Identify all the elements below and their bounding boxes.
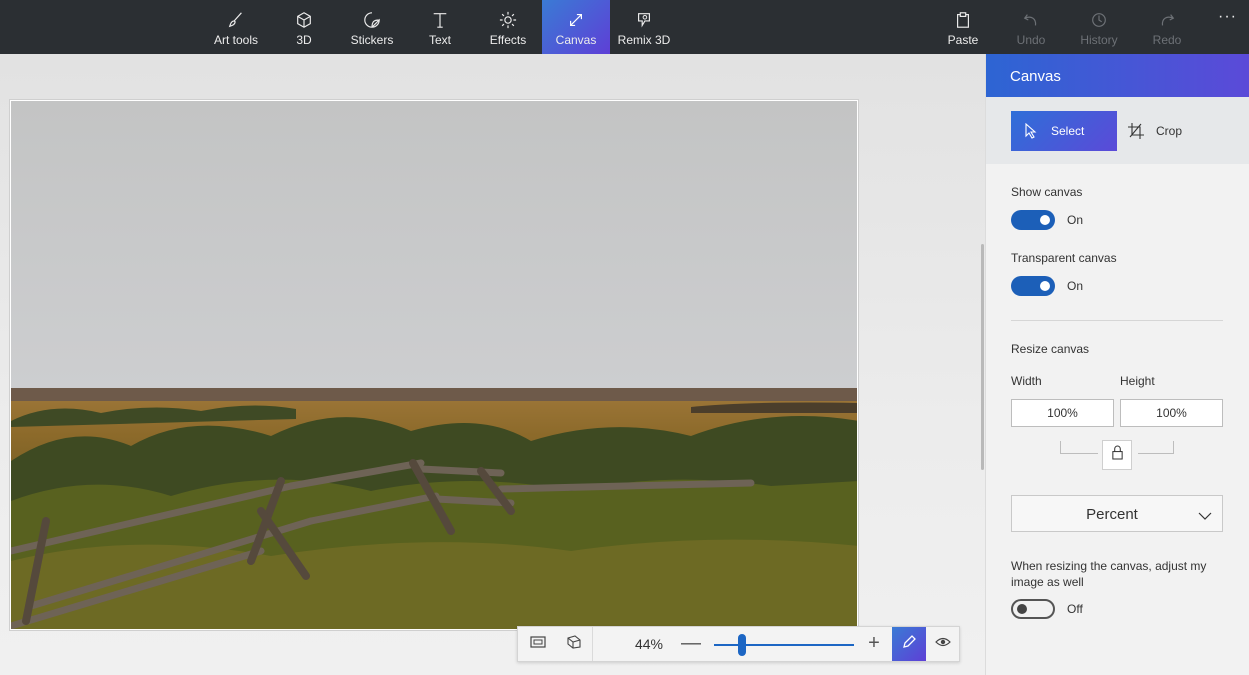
- fit-screen-icon: [530, 634, 546, 655]
- brush-icon: [226, 10, 246, 30]
- show-canvas-toggle[interactable]: [1011, 210, 1055, 230]
- width-label: Width: [1011, 374, 1042, 388]
- edit-mode-button[interactable]: [892, 627, 926, 661]
- undo-label: Undo: [1016, 33, 1046, 47]
- workspace: 44% — +: [0, 54, 985, 675]
- lock-line-right: [1138, 453, 1174, 454]
- lock-icon: [1111, 445, 1124, 465]
- adjust-image-label: When resizing the canvas, adjust my imag…: [1011, 559, 1207, 589]
- width-input[interactable]: 100%: [1011, 399, 1114, 427]
- zoom-bar: 44% — +: [517, 626, 960, 662]
- clipboard-icon: [953, 10, 973, 30]
- zoom-percentage: 44%: [634, 636, 664, 652]
- crop-button[interactable]: Crop: [1128, 111, 1208, 151]
- lock-aspect-ratio-button[interactable]: [1102, 440, 1132, 470]
- landscape-photo: [11, 101, 857, 629]
- canvas-panel: Canvas Select Crop Show canvas On Transp…: [985, 54, 1249, 675]
- remix-icon: [634, 10, 654, 30]
- panel-title: Canvas: [986, 54, 1249, 97]
- art-tools-label: Art tools: [213, 33, 258, 47]
- transparent-canvas-state: On: [1067, 279, 1084, 293]
- lock-line-left: [1060, 453, 1098, 454]
- remix-3d-label: Remix 3D: [617, 33, 671, 47]
- zoom-slider-track[interactable]: [714, 644, 854, 646]
- history-label: History: [1080, 33, 1118, 47]
- zoom-separator: [592, 627, 593, 661]
- transparent-canvas-label: Transparent canvas: [1011, 251, 1117, 265]
- zoom-slider-thumb[interactable]: [738, 634, 746, 656]
- crop-icon: [1128, 123, 1144, 139]
- cursor-icon: [1023, 123, 1039, 139]
- canvas-label: Canvas: [555, 33, 597, 47]
- redo-icon: [1157, 10, 1177, 30]
- redo-label: Redo: [1152, 33, 1182, 47]
- lock-bracket-left: [1060, 441, 1061, 453]
- effects-label: Effects: [489, 33, 527, 47]
- pencil-icon: [901, 634, 917, 655]
- text-label: Text: [428, 33, 451, 47]
- text-button[interactable]: Text: [406, 0, 474, 54]
- show-canvas-label: Show canvas: [1011, 185, 1083, 199]
- zoom-in-button[interactable]: +: [863, 633, 885, 655]
- resize-arrows-icon: [566, 10, 586, 30]
- chevron-down-icon: [1198, 508, 1212, 526]
- history-icon: [1089, 10, 1109, 30]
- undo-icon: [1021, 10, 1041, 30]
- paste-button[interactable]: Paste: [938, 0, 988, 54]
- canvas-image[interactable]: [10, 100, 858, 630]
- adjust-image-toggle[interactable]: [1011, 599, 1055, 619]
- preview-button[interactable]: [926, 627, 960, 661]
- 3d-label: 3D: [296, 33, 312, 47]
- zoom-out-button[interactable]: —: [680, 633, 702, 655]
- lock-bracket-right: [1173, 441, 1174, 453]
- show-canvas-state: On: [1067, 213, 1084, 227]
- unit-dropdown-value: Percent: [1086, 506, 1138, 523]
- unit-dropdown[interactable]: Percent: [1011, 495, 1223, 532]
- fit-to-screen-button[interactable]: [520, 627, 556, 661]
- 3d-button[interactable]: 3D: [270, 0, 338, 54]
- more-options-button[interactable]: ···: [1218, 8, 1237, 26]
- eye-icon: [935, 634, 951, 655]
- undo-button[interactable]: Undo: [1006, 0, 1056, 54]
- art-tools-button[interactable]: Art tools: [202, 0, 270, 54]
- view-3d-button[interactable]: [556, 627, 592, 661]
- transparent-canvas-toggle[interactable]: [1011, 276, 1055, 296]
- paste-label: Paste: [947, 33, 979, 47]
- resize-canvas-title: Resize canvas: [1011, 342, 1090, 356]
- select-button[interactable]: Select: [1011, 111, 1117, 151]
- history-button[interactable]: History: [1074, 0, 1124, 54]
- mode-row: Select Crop: [986, 97, 1249, 164]
- stickers-label: Stickers: [350, 33, 394, 47]
- sun-icon: [498, 10, 518, 30]
- height-label: Height: [1120, 374, 1155, 388]
- crop-label: Crop: [1156, 124, 1183, 138]
- effects-button[interactable]: Effects: [474, 0, 542, 54]
- height-input[interactable]: 100%: [1120, 399, 1223, 427]
- workspace-scrollbar[interactable]: [981, 244, 984, 470]
- sticker-icon: [362, 10, 382, 30]
- remix-3d-button[interactable]: Remix 3D: [610, 0, 678, 54]
- text-icon: [430, 10, 450, 30]
- select-label: Select: [1051, 124, 1085, 138]
- redo-button[interactable]: Redo: [1142, 0, 1192, 54]
- canvas-button[interactable]: Canvas: [542, 0, 610, 54]
- rotate-view-icon: [566, 634, 582, 655]
- cube-icon: [294, 10, 314, 30]
- stickers-button[interactable]: Stickers: [338, 0, 406, 54]
- adjust-image-state: Off: [1067, 602, 1083, 616]
- top-toolbar: Art tools 3D Stickers Text Effects Canva…: [0, 0, 1249, 54]
- panel-divider: [1011, 320, 1223, 321]
